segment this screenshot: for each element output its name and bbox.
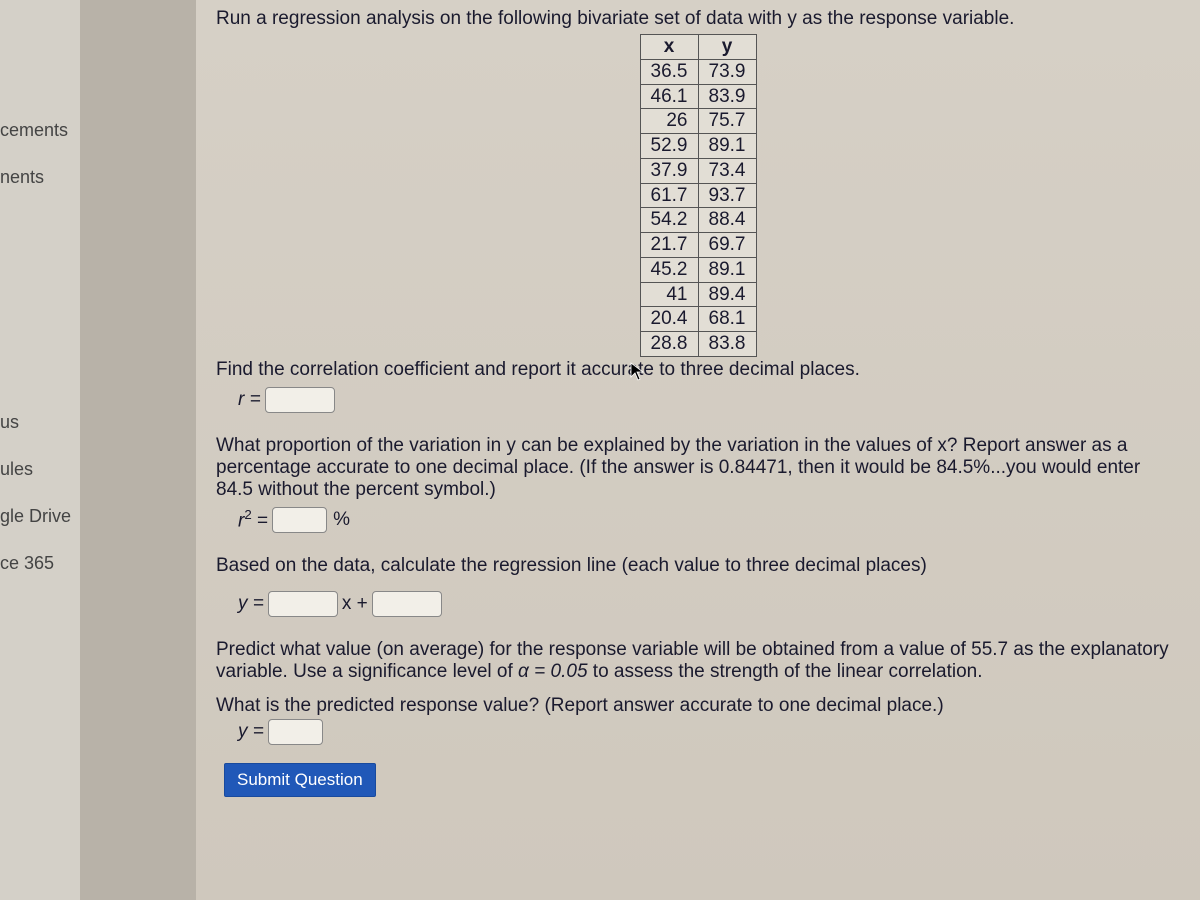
question-intro: Run a regression analysis on the followi… — [216, 8, 1180, 30]
sidebar-item[interactable]: gle Drive — [0, 498, 80, 535]
sidebar: cements nents us ules gle Drive ce 365 — [0, 0, 80, 900]
y-equals-label: y = — [238, 593, 264, 615]
r2-input[interactable] — [272, 507, 327, 533]
sidebar-item[interactable]: cements — [0, 112, 80, 149]
intercept-input[interactable] — [372, 591, 442, 617]
table-row: 28.883.8 — [640, 332, 756, 357]
percent-symbol: % — [333, 509, 350, 531]
table-row: 20.468.1 — [640, 307, 756, 332]
y-predict-input[interactable] — [268, 719, 323, 745]
table-row: 45.289.1 — [640, 257, 756, 282]
r2-label: r2 = — [238, 507, 268, 532]
table-row: 37.973.4 — [640, 158, 756, 183]
y-predict-label: y = — [238, 721, 264, 743]
table-row: 46.183.9 — [640, 84, 756, 109]
sidebar-item[interactable]: ce 365 — [0, 545, 80, 582]
slope-input[interactable] — [268, 591, 338, 617]
question-q1: Find the correlation coefficient and rep… — [216, 359, 1180, 381]
data-table: x y 36.573.9 46.183.9 2675.7 52.989.1 37… — [640, 34, 757, 357]
question-q4: Predict what value (on average) for the … — [216, 639, 1180, 683]
question-q3: Based on the data, calculate the regress… — [216, 555, 1180, 577]
sidebar-item[interactable]: nents — [0, 159, 80, 196]
table-row: 2675.7 — [640, 109, 756, 134]
question-q5: What is the predicted response value? (R… — [216, 695, 1180, 717]
table-row: 21.769.7 — [640, 233, 756, 258]
table-row: 36.573.9 — [640, 59, 756, 84]
r-label: r = — [238, 389, 261, 411]
table-row: 61.793.7 — [640, 183, 756, 208]
col-header-x: x — [640, 35, 698, 60]
table-row: 52.989.1 — [640, 134, 756, 159]
table-row: 4189.4 — [640, 282, 756, 307]
x-plus-label: x + — [342, 593, 368, 615]
submit-button[interactable]: Submit Question — [224, 763, 376, 797]
question-content: Run a regression analysis on the followi… — [196, 0, 1200, 900]
question-q2: What proportion of the variation in y ca… — [216, 435, 1180, 501]
table-row: 54.288.4 — [640, 208, 756, 233]
cursor-icon — [630, 362, 646, 382]
r-input[interactable] — [265, 387, 335, 413]
sidebar-item[interactable]: ules — [0, 451, 80, 488]
sidebar-item[interactable]: us — [0, 404, 80, 441]
col-header-y: y — [698, 35, 756, 60]
